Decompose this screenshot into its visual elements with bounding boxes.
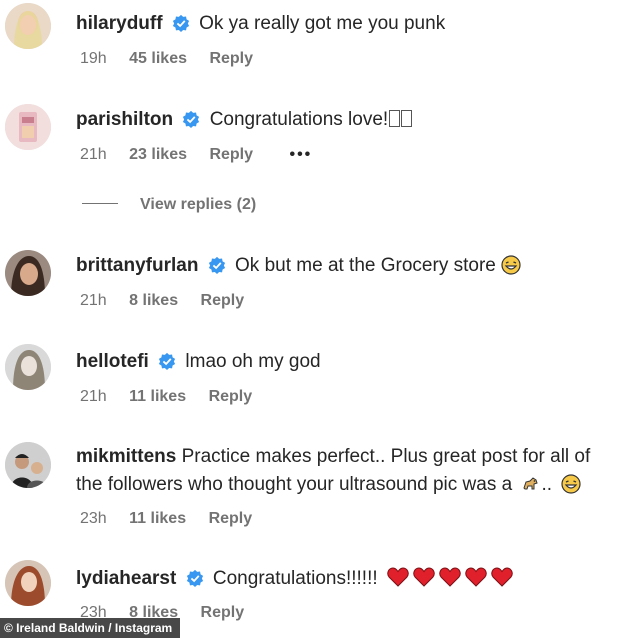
more-options-icon[interactable]: ••• xyxy=(289,146,312,163)
avatar[interactable] xyxy=(5,442,51,488)
comment-text-suffix: .. xyxy=(541,474,553,495)
avatar[interactable] xyxy=(5,560,51,606)
reply-button[interactable]: Reply xyxy=(209,50,253,67)
verified-badge-icon xyxy=(183,110,200,128)
username[interactable]: hilaryduff xyxy=(76,13,163,34)
likes-count[interactable]: 45 likes xyxy=(129,50,187,67)
reply-button[interactable]: Reply xyxy=(209,510,253,527)
avatar[interactable] xyxy=(5,104,51,150)
dog-emoji-icon xyxy=(523,477,539,490)
comment-text: Ok but me at the Grocery store xyxy=(235,255,496,276)
likes-count[interactable]: 11 likes xyxy=(129,510,186,527)
image-credit: © Ireland Baldwin / Instagram xyxy=(0,618,181,638)
missing-glyph-icon xyxy=(401,110,413,127)
username[interactable]: parishilton xyxy=(76,109,173,130)
username[interactable]: brittanyfurlan xyxy=(76,255,198,276)
laughing-emoji-icon xyxy=(501,255,521,275)
username[interactable]: lydiahearst xyxy=(76,568,176,589)
divider xyxy=(82,203,118,204)
comment-time: 21h xyxy=(80,292,107,309)
avatar[interactable] xyxy=(5,250,51,296)
reply-button[interactable]: Reply xyxy=(201,292,245,309)
missing-glyph-icon xyxy=(389,110,401,127)
avatar[interactable] xyxy=(5,344,51,390)
avatar[interactable] xyxy=(5,3,51,49)
likes-count[interactable]: 11 likes xyxy=(129,388,186,405)
verified-badge-icon xyxy=(186,569,203,587)
comment-time: 21h xyxy=(80,388,107,405)
comment-time: 21h xyxy=(80,146,107,163)
likes-count[interactable]: 8 likes xyxy=(129,292,178,309)
likes-count[interactable]: 23 likes xyxy=(129,146,187,163)
view-replies-button[interactable]: View replies (2) xyxy=(82,196,256,214)
username[interactable]: mikmittens xyxy=(76,446,176,467)
red-heart-icon xyxy=(439,567,461,587)
verified-badge-icon xyxy=(208,256,225,274)
verified-badge-icon xyxy=(159,352,176,370)
red-heart-icon xyxy=(491,567,513,587)
view-replies-label[interactable]: View replies (2) xyxy=(140,196,256,213)
comment-text: Ok ya really got me you punk xyxy=(199,13,446,34)
comment-text: Congratulations love! xyxy=(209,109,389,130)
reply-button[interactable]: Reply xyxy=(209,146,253,163)
comment-text: Practice makes perfect.. Plus great post… xyxy=(181,446,591,467)
reply-button[interactable]: Reply xyxy=(201,604,245,621)
red-heart-icon xyxy=(413,567,435,587)
laughing-emoji-icon xyxy=(561,474,581,494)
username[interactable]: hellotefi xyxy=(76,351,149,372)
red-heart-icon xyxy=(387,567,409,587)
comment-text: Congratulations!!!!!! xyxy=(212,568,378,589)
comment-text: lmao oh my god xyxy=(185,351,321,372)
red-heart-icon xyxy=(465,567,487,587)
comment-time: 19h xyxy=(80,50,107,67)
verified-badge-icon xyxy=(172,14,189,32)
comment-time: 23h xyxy=(80,510,107,527)
reply-button[interactable]: Reply xyxy=(209,388,253,405)
comment-text-continued: the followers who thought your ultrasoun… xyxy=(76,474,513,495)
